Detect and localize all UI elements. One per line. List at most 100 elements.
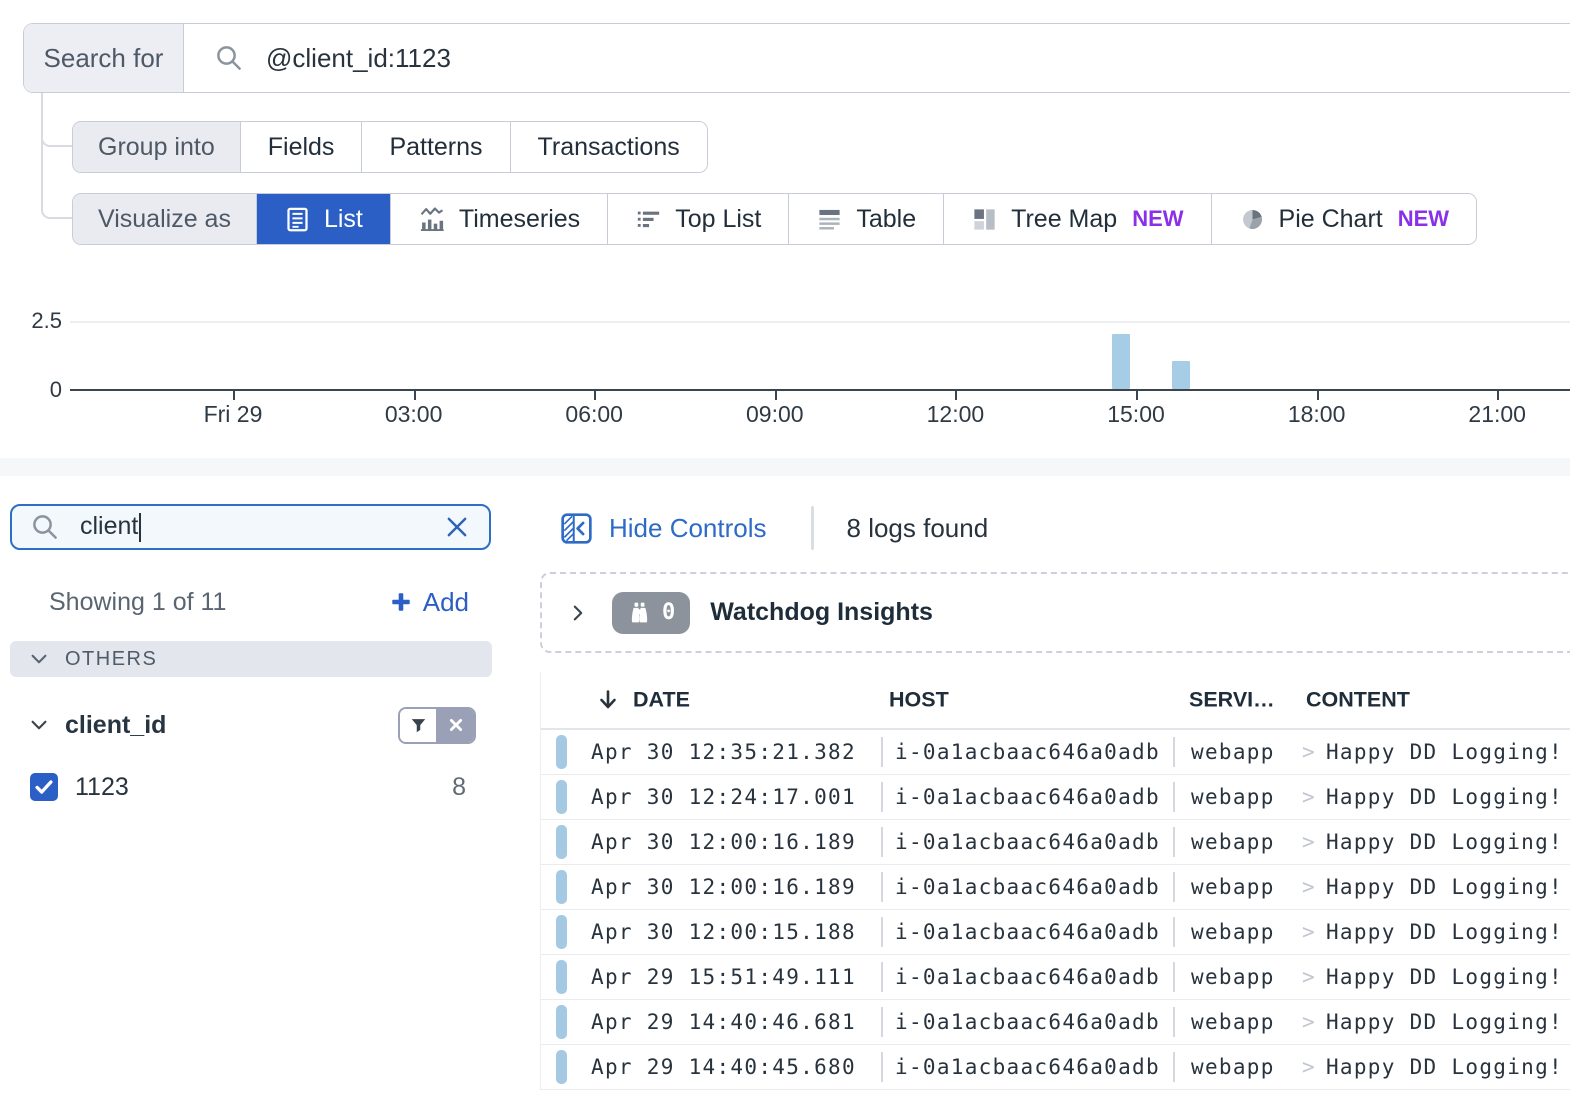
cell-divider [881, 1007, 883, 1037]
column-header-date[interactable]: DATE [633, 688, 690, 713]
logs-found-count: 8 logs found [847, 513, 989, 544]
timeline-chart[interactable]: Fri 2903:0006:0009:0012:0015:0018:0021:0… [70, 300, 1570, 430]
status-pill [556, 780, 567, 814]
expand-chevron-icon: > [1302, 830, 1316, 854]
group-option-transactions[interactable]: Transactions [511, 122, 707, 172]
watchdog-insights-panel[interactable]: 0 Watchdog Insights [540, 572, 1570, 653]
cell-divider [881, 737, 883, 767]
log-row[interactable]: Apr 30 12:00:16.189 i-0a1acbaac646a0adb we… [541, 865, 1570, 910]
clear-search-icon[interactable] [443, 513, 471, 541]
filter-funnel-button[interactable] [400, 709, 437, 742]
visualize-option-table[interactable]: Table [789, 194, 944, 244]
search-for-label: Search for [24, 24, 184, 92]
log-row[interactable]: Apr 29 14:40:45.680i-0a1acbaac646a0adbwe… [541, 1045, 1570, 1090]
facet-name: client_id [65, 711, 166, 740]
visualize-option-label: Tree Map [1011, 205, 1117, 234]
log-content: Happy DD Logging! [1326, 830, 1563, 854]
log-content: Happy DD Logging! [1326, 785, 1563, 809]
sort-descending-icon[interactable] [596, 688, 620, 712]
plus-icon [390, 591, 412, 613]
log-table-body: Apr 30 12:35:21.382i-0a1acbaac646a0adbwe… [541, 730, 1570, 1090]
query-bar: Search for @client_id:1123 [23, 23, 1570, 93]
filter-clear-button[interactable] [437, 709, 474, 742]
tree-connector [41, 93, 72, 219]
log-row[interactable]: Apr 29 15:51:49.111i-0a1acbaac646a0adbwe… [541, 955, 1570, 1000]
cell-divider [881, 962, 883, 992]
facet-search-input[interactable]: client [10, 504, 491, 550]
x-axis-tick [1317, 391, 1319, 400]
status-pill [556, 915, 567, 949]
others-section-header[interactable]: OTHERS [10, 641, 492, 677]
status-pill [556, 825, 567, 859]
x-axis-tick-label: 21:00 [1468, 401, 1526, 428]
add-facet-button[interactable]: Add [390, 587, 469, 618]
visualize-option-tree-map[interactable]: Tree MapNEW [944, 194, 1211, 244]
log-host: i-0a1acbaac646a0adb [895, 875, 1161, 899]
cell-divider [1173, 1007, 1175, 1037]
chart-bar [1172, 361, 1190, 389]
x-axis-tick-label: 03:00 [385, 401, 443, 428]
x-axis-tick [955, 391, 957, 400]
group-option-patterns[interactable]: Patterns [362, 122, 510, 172]
log-host: i-0a1acbaac646a0adb [895, 740, 1161, 764]
x-axis-tick-label: 18:00 [1288, 401, 1346, 428]
visualize-option-label: Timeseries [459, 205, 580, 234]
showing-count: Showing 1 of 11 [49, 588, 226, 617]
log-service: webapp [1191, 965, 1279, 989]
visualize-as-control: Visualize as List Timeseries Top List Table… [72, 193, 1477, 245]
cell-divider [881, 782, 883, 812]
group-into-label: Group into [73, 122, 241, 172]
visualize-option-top-list[interactable]: Top List [608, 194, 789, 244]
facet-value-row: 11238 [10, 763, 492, 811]
cell-divider [881, 1052, 883, 1082]
search-icon [214, 43, 244, 73]
list-icon [284, 206, 311, 233]
facet-value-count: 8 [452, 773, 466, 802]
visualize-option-list[interactable]: List [257, 194, 391, 244]
log-date: Apr 30 12:00:16.189 [591, 875, 863, 899]
facet-clientid-header: client_id [10, 703, 492, 747]
query-input[interactable]: @client_id:1123 [184, 24, 1570, 92]
log-date: Apr 30 12:00:16.189 [591, 830, 863, 854]
hide-controls-button[interactable]: Hide Controls [561, 513, 767, 544]
group-option-fields[interactable]: Fields [241, 122, 363, 172]
chevron-down-icon [28, 648, 50, 670]
log-date: Apr 29 14:40:45.680 [591, 1055, 863, 1079]
cell-divider [881, 827, 883, 857]
visualize-option-pie-chart[interactable]: Pie ChartNEW [1212, 194, 1477, 244]
log-table: DATE HOST SERVI… CONTENT Apr 30 12:35:21… [540, 672, 1570, 1090]
facet-value-checkbox[interactable] [30, 773, 58, 801]
log-host: i-0a1acbaac646a0adb [895, 830, 1161, 854]
log-service: webapp [1191, 740, 1279, 764]
log-row[interactable]: Apr 30 12:24:17.001i-0a1acbaac646a0adbwe… [541, 775, 1570, 820]
chart-plot-area[interactable] [70, 300, 1570, 391]
log-row[interactable]: Apr 30 12:00:16.189 i-0a1acbaac646a0adb we… [541, 820, 1570, 865]
log-service: webapp [1191, 875, 1279, 899]
query-text: @client_id:1123 [266, 43, 451, 74]
log-content: Happy DD Logging! [1326, 1010, 1563, 1034]
column-header-host[interactable]: HOST [889, 688, 949, 713]
hide-controls-icon [561, 513, 592, 544]
cell-divider [881, 872, 883, 902]
status-pill [556, 1050, 567, 1084]
section-divider [0, 458, 1570, 476]
visualize-option-label: Top List [675, 205, 761, 234]
y-axis-tick-label: 2.5 [0, 308, 62, 334]
column-header-content[interactable]: CONTENT [1306, 688, 1410, 713]
log-row[interactable]: Apr 29 14:40:46.681i-0a1acbaac646a0adbwe… [541, 1000, 1570, 1045]
log-row[interactable]: Apr 30 12:35:21.382i-0a1acbaac646a0adbwe… [541, 730, 1570, 775]
x-axis-tick-label: Fri 29 [204, 401, 263, 428]
facet-filter-buttons [398, 707, 476, 744]
log-content: Happy DD Logging! [1326, 875, 1563, 899]
cell-divider [1173, 962, 1175, 992]
watchdog-count: 0 [662, 600, 675, 625]
column-header-service[interactable]: SERVI… [1189, 688, 1275, 713]
chevron-down-icon[interactable] [28, 714, 50, 736]
log-row[interactable]: Apr 30 12:00:15.188i-0a1acbaac646a0adbwe… [541, 910, 1570, 955]
chevron-right-icon[interactable] [567, 602, 589, 624]
log-host: i-0a1acbaac646a0adb [895, 785, 1161, 809]
visualize-as-label: Visualize as [73, 194, 257, 244]
visualize-option-timeseries[interactable]: Timeseries [391, 194, 608, 244]
log-content: Happy DD Logging! [1326, 1055, 1563, 1079]
log-service: webapp [1191, 830, 1279, 854]
